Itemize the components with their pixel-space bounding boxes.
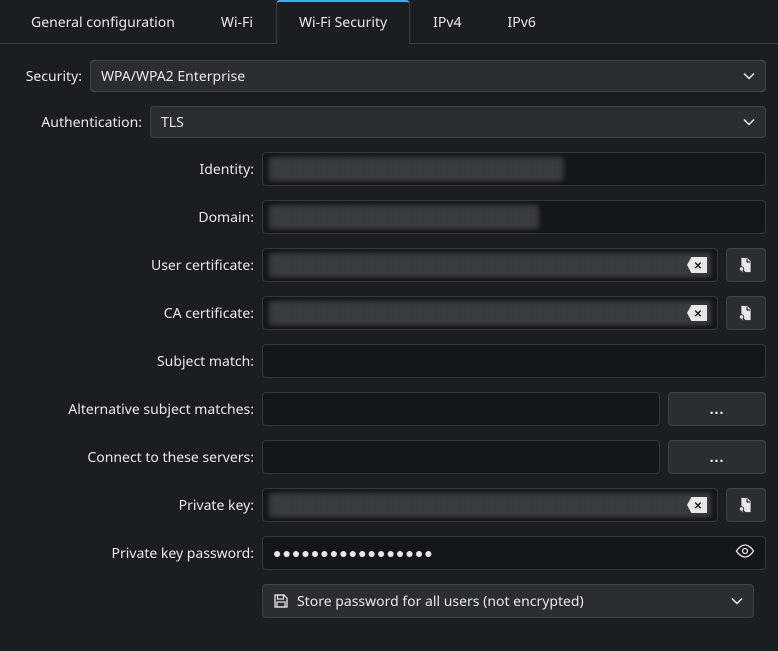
- file-open-icon: [738, 305, 754, 321]
- user-certificate-browse-button[interactable]: [726, 248, 766, 282]
- alt-subject-matches-label: Alternative subject matches:: [12, 400, 254, 419]
- private-key-password-input[interactable]: ●●●●●●●●●●●●●●●●●: [262, 536, 766, 570]
- tab-general[interactable]: General configuration: [8, 0, 198, 44]
- store-password-select[interactable]: Store password for all users (not encryp…: [262, 584, 754, 618]
- clear-icon[interactable]: [687, 257, 707, 273]
- clear-icon[interactable]: [687, 497, 707, 513]
- tab-wifi[interactable]: Wi-Fi: [198, 0, 276, 44]
- connect-servers-label: Connect to these servers:: [12, 448, 254, 467]
- connect-servers-more-button[interactable]: ...: [668, 440, 766, 474]
- authentication-select[interactable]: TLS: [150, 106, 766, 138]
- private-key-input[interactable]: [262, 488, 718, 522]
- private-key-browse-button[interactable]: [726, 488, 766, 522]
- file-open-icon: [738, 257, 754, 273]
- private-key-password-label: Private key password:: [12, 544, 254, 563]
- eye-icon: [735, 544, 755, 558]
- subject-match-input[interactable]: [262, 344, 766, 378]
- password-mask: ●●●●●●●●●●●●●●●●●: [273, 544, 434, 563]
- form-content: Security: WPA/WPA2 Enterprise Authentica…: [0, 44, 778, 634]
- clear-icon[interactable]: [687, 305, 707, 321]
- user-certificate-label: User certificate:: [12, 256, 254, 275]
- alt-subject-matches-more-button[interactable]: ...: [668, 392, 766, 426]
- domain-input[interactable]: [262, 200, 766, 234]
- tab-ipv4[interactable]: IPv4: [410, 0, 484, 44]
- authentication-value: TLS: [161, 113, 184, 132]
- tab-ipv6[interactable]: IPv6: [485, 0, 559, 44]
- security-value: WPA/WPA2 Enterprise: [101, 67, 245, 86]
- authentication-label: Authentication:: [12, 113, 142, 132]
- alt-subject-matches-input[interactable]: [262, 392, 660, 426]
- save-icon: [273, 593, 289, 609]
- chevron-down-icon: [731, 597, 743, 605]
- subject-match-label: Subject match:: [12, 352, 254, 371]
- chevron-down-icon: [743, 72, 755, 80]
- ca-certificate-label: CA certificate:: [12, 304, 254, 323]
- store-password-label: Store password for all users (not encryp…: [297, 592, 584, 611]
- private-key-label: Private key:: [12, 496, 254, 515]
- identity-input[interactable]: [262, 152, 766, 186]
- security-label: Security:: [12, 67, 82, 86]
- connect-servers-input[interactable]: [262, 440, 660, 474]
- security-select[interactable]: WPA/WPA2 Enterprise: [90, 60, 766, 92]
- chevron-down-icon: [743, 118, 755, 126]
- file-open-icon: [738, 497, 754, 513]
- user-certificate-input[interactable]: [262, 248, 718, 282]
- domain-label: Domain:: [12, 208, 254, 227]
- show-password-button[interactable]: [735, 544, 755, 563]
- tab-bar: General configuration Wi-Fi Wi-Fi Securi…: [0, 0, 778, 44]
- identity-label: Identity:: [12, 160, 254, 179]
- ca-certificate-input[interactable]: [262, 296, 718, 330]
- ca-certificate-browse-button[interactable]: [726, 296, 766, 330]
- tab-wifi-security[interactable]: Wi-Fi Security: [276, 0, 410, 44]
